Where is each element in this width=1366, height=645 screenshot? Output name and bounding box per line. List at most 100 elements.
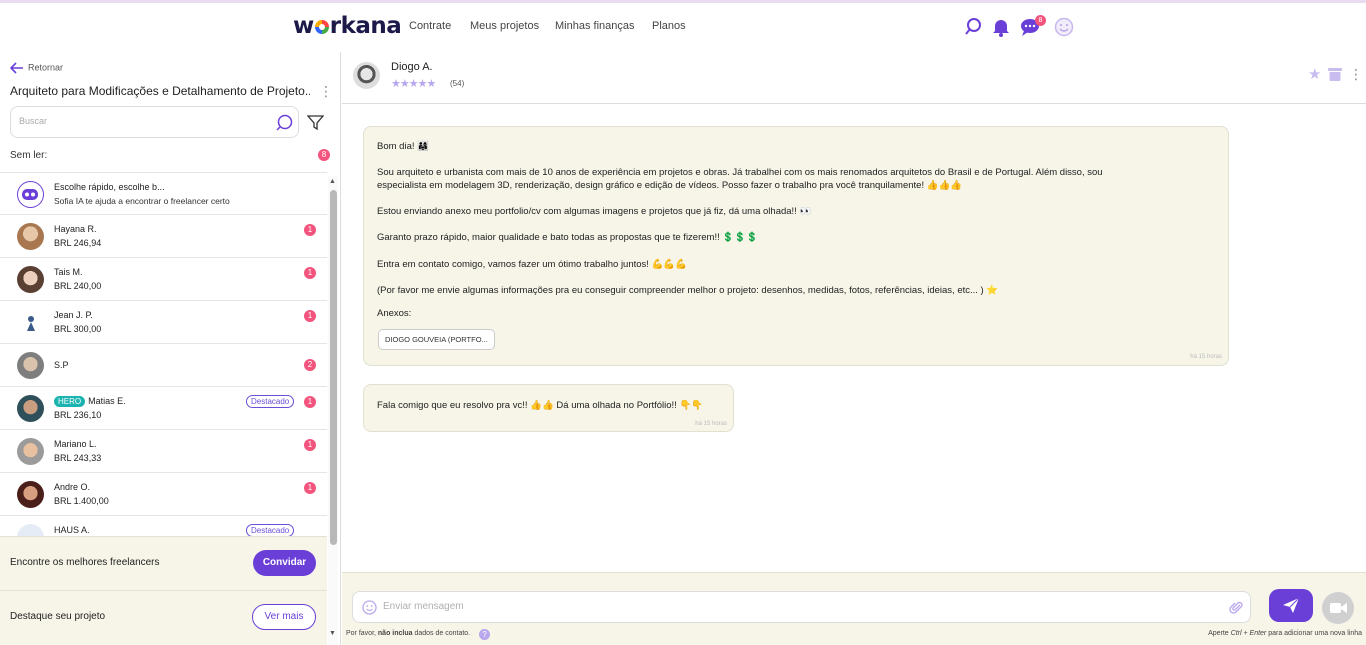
paperclip-icon[interactable] bbox=[1229, 600, 1244, 618]
avatar bbox=[17, 266, 44, 293]
star-icon[interactable]: ★ bbox=[1308, 65, 1321, 83]
newline-hint: Aperte Ctrl + Enter para adicionar uma n… bbox=[1208, 630, 1362, 637]
bell-icon[interactable] bbox=[992, 17, 1010, 40]
project-menu-icon[interactable]: ⋮ bbox=[319, 84, 333, 98]
message-line: Bom dia! 👨‍👩‍👧 bbox=[377, 141, 429, 152]
see-more-button[interactable]: Ver mais bbox=[252, 604, 316, 630]
unread-badge: 1 bbox=[304, 224, 316, 236]
list-item[interactable]: HAUS A. Destacado bbox=[0, 516, 327, 536]
project-title: Arquiteto para Modificações e Detalhamen… bbox=[10, 84, 310, 98]
contact-hint-bold: não inclua bbox=[377, 630, 413, 637]
video-call-button[interactable] bbox=[1322, 592, 1354, 624]
workana-logo[interactable]: w rkana bbox=[293, 13, 402, 39]
filter-icon[interactable] bbox=[306, 114, 325, 134]
nav-contrate[interactable]: Contrate bbox=[409, 20, 451, 32]
message-composer: Por favor, não inclua dados de contato. … bbox=[342, 572, 1366, 645]
freelancer-name-row: HERO Matias E. bbox=[54, 396, 126, 407]
sofia-subtitle: Sofia IA te ajuda a encontrar o freelanc… bbox=[54, 196, 230, 206]
message-bubble: Fala comigo que eu resolvo pra vc!! 👍👍 D… bbox=[363, 384, 734, 432]
message-line: Estou enviando anexo meu portfolio/cv co… bbox=[377, 206, 812, 217]
send-button[interactable] bbox=[1269, 589, 1313, 622]
chat-badge: 8 bbox=[1035, 15, 1046, 26]
freelancer-name: Matias E. bbox=[88, 396, 126, 406]
attachment-chip[interactable]: DIOGO GOUVEIA (PORTFO... bbox=[378, 329, 495, 350]
highlight-promo: Destaque seu projeto Ver mais bbox=[0, 590, 327, 645]
freelancer-name: Jean J. P. bbox=[54, 310, 93, 320]
search-input[interactable] bbox=[19, 116, 259, 126]
search-box bbox=[10, 106, 299, 138]
search-icon[interactable] bbox=[274, 113, 294, 136]
freelancer-name: Tais M. bbox=[54, 267, 83, 277]
arrow-left-icon bbox=[9, 62, 23, 74]
contact-avatar[interactable] bbox=[353, 62, 380, 89]
nav-planos[interactable]: Planos bbox=[652, 20, 686, 32]
video-camera-icon bbox=[1330, 603, 1347, 613]
archive-icon[interactable] bbox=[1328, 67, 1342, 84]
message-text: Fala comigo que eu resolvo pra vc!! 👍👍 D… bbox=[377, 400, 704, 411]
top-navbar: w rkana Contrate Meus projetos Minhas fin… bbox=[0, 0, 1366, 52]
send-icon bbox=[1283, 597, 1300, 613]
newline-hint-suffix: para adicionar uma nova linha bbox=[1266, 630, 1362, 637]
list-item-sofia[interactable]: Escolhe rápido, escolhe b... Sofia IA te… bbox=[0, 173, 327, 215]
messages-area: Bom dia! 👨‍👩‍👧 Sou arquiteto e urbanista… bbox=[342, 104, 1366, 572]
contact-name[interactable]: Diogo A. bbox=[391, 61, 433, 73]
conversation-sidebar: Retornar Arquiteto para Modificações e D… bbox=[0, 52, 341, 645]
unread-label: Sem ler: bbox=[10, 150, 48, 161]
user-avatar-icon[interactable] bbox=[1054, 17, 1074, 40]
rating-stars-icon: ★★★★★ bbox=[391, 78, 436, 90]
unread-badge: 1 bbox=[304, 396, 316, 408]
nav-minhas-financas[interactable]: Minhas finanças bbox=[555, 20, 635, 32]
list-item[interactable]: S.P 2 bbox=[0, 344, 327, 387]
invite-button[interactable]: Convidar bbox=[253, 550, 316, 576]
highlight-badge: Destacado bbox=[246, 524, 295, 536]
list-item[interactable]: Andre O. BRL 1.400,00 1 bbox=[0, 473, 327, 516]
contact-hint-prefix: Por favor, bbox=[346, 630, 378, 637]
message-line: (Por favor me envie algumas informações … bbox=[377, 285, 999, 296]
search-icon[interactable] bbox=[963, 17, 983, 40]
back-link[interactable]: Retornar bbox=[9, 62, 64, 74]
freelancer-price: BRL 243,33 bbox=[54, 453, 102, 463]
contact-hint: Por favor, não inclua dados de contato. bbox=[346, 630, 470, 637]
newline-hint-keys: Ctrl + Enter bbox=[1230, 630, 1267, 637]
chat-header: Diogo A. ★★★★★ (54) ★ ⋮ bbox=[342, 52, 1366, 104]
unread-badge: 1 bbox=[304, 482, 316, 494]
highlight-promo-text: Destaque seu projeto bbox=[10, 611, 106, 622]
unread-count-badge: 8 bbox=[318, 149, 330, 161]
newline-hint-prefix: Aperte bbox=[1208, 630, 1231, 637]
message-line: Sou arquiteto e urbanista com mais de 10… bbox=[377, 167, 1103, 178]
freelancer-price: BRL 246,94 bbox=[54, 238, 102, 248]
highlight-badge: Destacado bbox=[246, 395, 295, 408]
avatar bbox=[17, 223, 44, 250]
freelancer-price: BRL 300,00 bbox=[54, 324, 102, 334]
nav-meus-projetos[interactable]: Meus projetos bbox=[470, 20, 539, 32]
unread-badge: 1 bbox=[304, 310, 316, 322]
hero-badge: HERO bbox=[54, 396, 86, 407]
contact-hint-suffix: dados de contato. bbox=[412, 630, 471, 637]
emoji-icon[interactable] bbox=[362, 600, 377, 618]
avatar bbox=[17, 438, 44, 465]
message-input[interactable] bbox=[383, 601, 1203, 612]
list-item[interactable]: Tais M. BRL 240,00 1 bbox=[0, 258, 327, 301]
message-bubble: Bom dia! 👨‍👩‍👧 Sou arquiteto e urbanista… bbox=[363, 126, 1229, 366]
help-icon[interactable]: ? bbox=[479, 629, 490, 640]
scroll-down-icon[interactable]: ▼ bbox=[329, 630, 336, 637]
freelancer-price: BRL 236,10 bbox=[54, 410, 102, 420]
back-label: Retornar bbox=[28, 62, 64, 73]
scroll-up-icon[interactable]: ▲ bbox=[329, 178, 336, 185]
avatar bbox=[17, 309, 44, 336]
list-item[interactable]: HERO Matias E. BRL 236,10 Destacado 1 bbox=[0, 387, 327, 430]
message-input-box bbox=[352, 591, 1251, 623]
chat-panel: Diogo A. ★★★★★ (54) ★ ⋮ Bom dia! 👨‍👩‍👧 S… bbox=[342, 52, 1366, 645]
freelancer-name: Andre O. bbox=[54, 482, 91, 492]
freelancer-price: BRL 1.400,00 bbox=[54, 496, 109, 506]
invite-promo-text: Encontre os melhores freelancers bbox=[10, 557, 160, 568]
avatar bbox=[17, 524, 44, 536]
freelancer-name: Mariano L. bbox=[54, 439, 97, 449]
chat-menu-icon[interactable]: ⋮ bbox=[1349, 67, 1363, 81]
list-scrollbar-thumb[interactable] bbox=[330, 190, 337, 545]
list-item[interactable]: Mariano L. BRL 243,33 1 bbox=[0, 430, 327, 473]
freelancer-price: BRL 240,00 bbox=[54, 281, 102, 291]
list-item[interactable]: Jean J. P. BRL 300,00 1 bbox=[0, 301, 327, 344]
list-item[interactable]: Hayana R. BRL 246,94 1 bbox=[0, 215, 327, 258]
unread-badge: 1 bbox=[304, 439, 316, 451]
